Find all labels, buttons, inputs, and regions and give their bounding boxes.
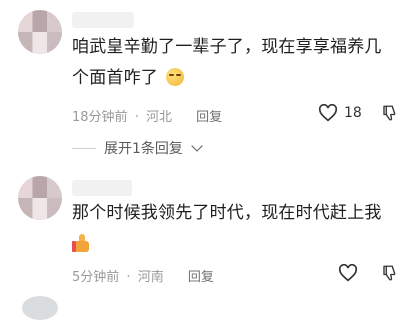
meta-separator: ·: [126, 270, 131, 285]
username-placeholder[interactable]: [72, 12, 134, 28]
like-count: 18: [344, 105, 362, 121]
comment-time: 18分钟前: [72, 110, 128, 125]
comment-meta: 18分钟前 · 河北 回复: [72, 106, 222, 125]
avatar[interactable]: [18, 176, 62, 220]
comment-text-line: 那个时候我领先了时代，现在时代赶上我: [72, 203, 382, 223]
avatar[interactable]: [18, 10, 62, 54]
comment-text-line: [72, 229, 402, 260]
heart-icon: [338, 264, 358, 282]
comment-text: 咱武皇辛勤了一辈子了，现在享享福养几 个面首咋了: [72, 32, 402, 94]
meta-separator: ·: [134, 110, 139, 125]
heart-icon: [318, 104, 338, 122]
comment-text: 那个时候我领先了时代，现在时代赶上我: [72, 198, 402, 260]
dislike-button[interactable]: [381, 104, 399, 122]
reply-button[interactable]: 回复: [196, 110, 222, 125]
username-placeholder[interactable]: [72, 180, 132, 196]
comment-item: 咱武皇辛勤了一辈子了，现在享享福养几 个面首咋了 18分钟前 · 河北 回复 1…: [0, 0, 415, 165]
comment-item: 那个时候我领先了时代，现在时代赶上我 5分钟前 · 河南 回复: [0, 170, 415, 300]
comment-time: 5分钟前: [72, 270, 120, 285]
comment-text-line: 咱武皇辛勤了一辈子了，现在享享福养几: [72, 37, 382, 57]
thumbs-down-icon: [383, 105, 396, 121]
like-button[interactable]: 18: [318, 104, 362, 122]
dislike-button[interactable]: [381, 264, 399, 282]
comment-location: 河南: [137, 270, 164, 285]
comment-meta: 5分钟前 · 河南 回复: [72, 266, 214, 285]
next-comment-avatar[interactable]: [22, 296, 58, 320]
thumbs-up-emoji-icon: [72, 233, 92, 253]
comment-text-span: 个面首咋了: [72, 68, 158, 88]
thumbs-down-icon: [383, 265, 396, 281]
divider-line: [72, 147, 96, 149]
like-button[interactable]: [338, 264, 364, 282]
comment-text-line: 个面首咋了: [72, 63, 402, 94]
grinning-sweat-emoji-icon: [165, 68, 184, 86]
expand-replies-button[interactable]: 展开1条回复: [72, 138, 203, 158]
chevron-down-icon: [191, 140, 203, 152]
expand-replies-label: 展开1条回复: [104, 141, 183, 157]
reply-button[interactable]: 回复: [188, 270, 214, 285]
comment-location: 河北: [145, 110, 172, 125]
